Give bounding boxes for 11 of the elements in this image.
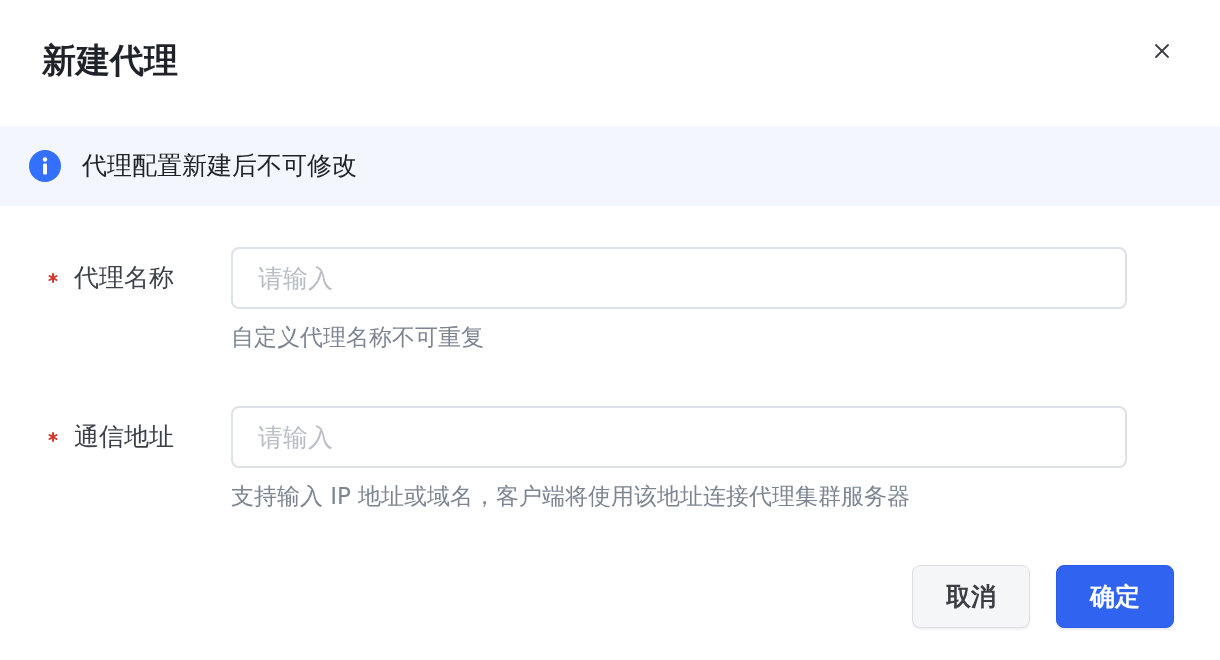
help-text: 自定义代理名称不可重复 bbox=[231, 323, 484, 352]
field-label: 代理名称 bbox=[74, 262, 174, 294]
field-label: 通信地址 bbox=[74, 421, 174, 453]
text-input[interactable]: 请输入 bbox=[231, 247, 1127, 309]
dialog-title: 新建代理 bbox=[42, 39, 178, 82]
text-input[interactable]: 请输入 bbox=[231, 406, 1127, 468]
info-icon bbox=[29, 150, 61, 182]
cancel-button[interactable]: 取消 bbox=[912, 565, 1030, 628]
notice-text: 代理配置新建后不可修改 bbox=[82, 150, 357, 182]
confirm-button[interactable]: 确定 bbox=[1056, 565, 1174, 628]
help-text: 支持输入 IP 地址或域名，客户端将使用该地址连接代理集群服务器 bbox=[231, 482, 911, 511]
